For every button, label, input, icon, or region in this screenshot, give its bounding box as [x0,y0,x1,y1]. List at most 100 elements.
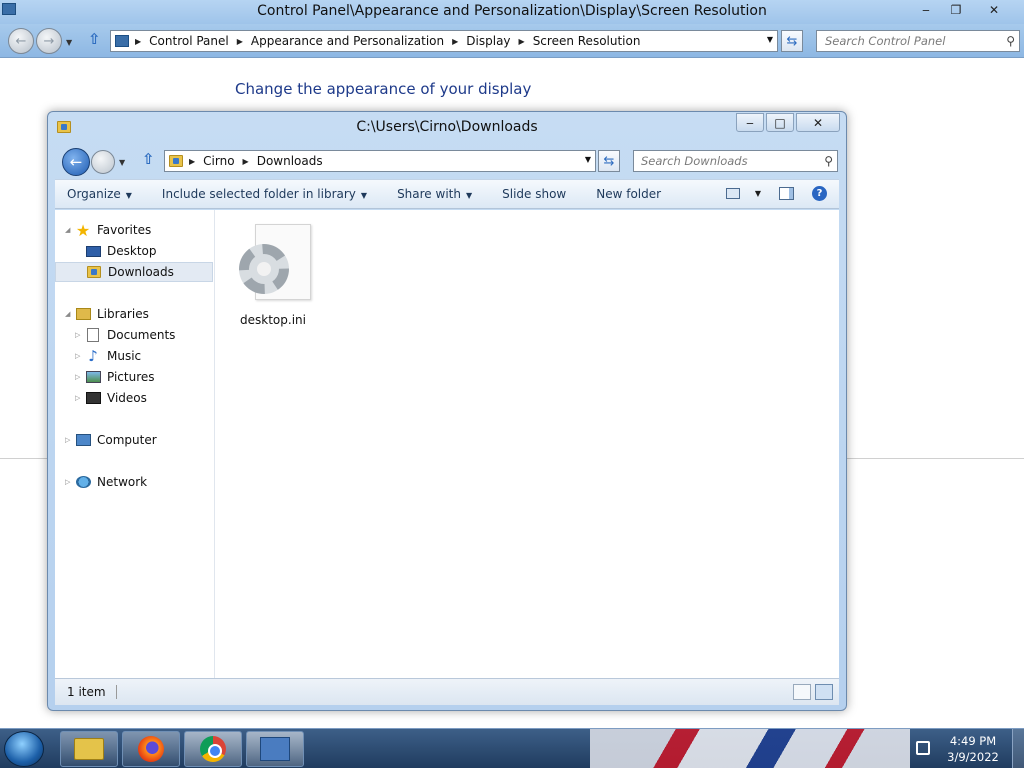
taskbar-chrome[interactable] [184,731,242,767]
search-placeholder: Search Control Panel [825,34,946,48]
share-with-label: Share with [397,187,461,201]
restore-button[interactable]: ❐ [942,0,970,19]
nav-videos[interactable]: ▷ Videos [55,388,213,408]
nav-desktop[interactable]: Desktop [55,241,213,261]
large-icons-view-icon[interactable] [815,684,833,700]
nav-documents[interactable]: ▷ Documents [55,325,213,345]
close-button[interactable]: ✕ [796,113,840,132]
minimize-button[interactable]: ‒ [736,113,764,132]
taskbar-control-panel[interactable] [246,731,304,767]
address-dropdown-icon[interactable]: ▼ [767,35,773,44]
nav-computer[interactable]: ▷ Computer [55,430,213,450]
search-icon[interactable]: ⚲ [824,154,833,168]
collapse-arrow-icon[interactable]: ◢ [65,310,70,318]
taskbar-file-explorer[interactable] [60,731,118,767]
explorer-window: C:\Users\Cirno\Downloads ‒ □ ✕ ← ▼ ⇧ ▶ C… [47,111,847,711]
preview-pane-icon[interactable] [779,187,794,200]
nav-pictures[interactable]: ▷ Pictures [55,367,213,387]
breadcrumb-screen-resolution[interactable]: Screen Resolution [533,34,641,48]
back-button[interactable]: ← [8,28,34,54]
control-panel-address-bar[interactable]: ▶ Control Panel ▶ Appearance and Persona… [110,30,778,52]
refresh-icon: ⇆ [603,153,615,169]
share-with-button[interactable]: Share with ▼ [397,187,472,201]
dropdown-caret-icon: ▼ [754,189,761,198]
page-title: Change the appearance of your display [235,80,532,98]
file-explorer-icon [74,738,104,760]
breadcrumb-separator-icon[interactable]: ▶ [189,157,195,166]
forward-arrow-icon: → [43,33,55,49]
breadcrumb-separator-icon[interactable]: ▶ [135,37,141,46]
address-dropdown-icon[interactable]: ▼ [585,155,591,164]
breadcrumb-control-panel[interactable]: Control Panel [149,34,229,48]
control-panel-search-input[interactable]: Search Control Panel ⚲ [816,30,1020,52]
details-view-icon[interactable] [793,684,811,700]
control-panel-titlebar[interactable]: Control Panel\Appearance and Personaliza… [0,0,1024,24]
expand-arrow-icon[interactable]: ▷ [75,331,80,339]
maximize-button[interactable]: □ [766,113,794,132]
file-item[interactable]: desktop.ini [233,222,313,327]
expand-arrow-icon[interactable]: ▷ [65,478,70,486]
nav-network[interactable]: ▷ Network [55,472,213,492]
file-name: desktop.ini [240,313,306,327]
change-view-button[interactable]: ▼ [725,188,761,199]
control-panel-icon [260,737,290,761]
pictures-icon [85,371,101,383]
control-panel-window-title: Control Panel\Appearance and Personaliza… [257,3,767,19]
organize-label: Organize [67,187,121,201]
search-icon[interactable]: ⚲ [1006,34,1015,48]
organize-button[interactable]: Organize ▼ [67,187,132,201]
nav-music[interactable]: ▷ ♪ Music [55,346,213,366]
refresh-button[interactable]: ⇆ [598,150,620,172]
gear-icon [239,244,289,294]
new-folder-button[interactable]: New folder [596,187,661,201]
start-button[interactable] [4,731,44,767]
breadcrumb-separator-icon[interactable]: ▶ [243,157,249,166]
item-count: 1 item [67,685,106,699]
breadcrumb-cirno[interactable]: Cirno [203,154,234,168]
nav-libraries[interactable]: ◢ Libraries [55,304,213,324]
breadcrumb-appearance[interactable]: Appearance and Personalization [251,34,444,48]
recent-pages-dropdown[interactable]: ▼ [66,38,72,47]
slide-show-button[interactable]: Slide show [502,187,566,201]
collapse-arrow-icon[interactable]: ◢ [65,226,70,234]
explorer-search-input[interactable]: Search Downloads ⚲ [633,150,838,172]
close-button[interactable]: ✕ [972,0,1016,19]
expand-arrow-icon[interactable]: ▷ [65,436,70,444]
dropdown-caret-icon: ▼ [360,191,368,200]
help-icon[interactable]: ? [812,186,827,201]
desktop-icon [85,245,101,257]
explorer-address-bar[interactable]: ▶ Cirno ▶ Downloads ▼ [164,150,596,172]
minimize-button[interactable]: ‒ [912,0,940,19]
recent-pages-dropdown[interactable]: ▼ [119,158,125,167]
system-clock[interactable]: 4:49 PM 3/9/2022 [940,733,1006,765]
status-bar: 1 item [55,678,839,705]
navigation-pane[interactable]: ◢ ★ Favorites Desktop Downloads ◢ Librar… [55,210,215,678]
forward-button[interactable] [91,150,115,174]
nav-label: Documents [107,328,176,342]
taskbar-firefox[interactable] [122,731,180,767]
breadcrumb-separator-icon[interactable]: ▶ [237,37,243,46]
breadcrumb-separator-icon[interactable]: ▶ [519,37,525,46]
music-note-icon: ♪ [88,347,98,365]
breadcrumb-separator-icon[interactable]: ▶ [452,37,458,46]
up-level-button[interactable]: ⇧ [88,30,101,48]
back-button[interactable]: ← [62,148,90,176]
breadcrumb-downloads[interactable]: Downloads [257,154,323,168]
refresh-button[interactable]: ⇆ [781,30,803,52]
forward-button[interactable]: → [36,28,62,54]
nav-favorites[interactable]: ◢ ★ Favorites [55,220,213,240]
nav-downloads[interactable]: Downloads [55,262,213,282]
show-desktop-button[interactable] [1012,729,1024,768]
expand-arrow-icon[interactable]: ▷ [75,373,80,381]
up-level-button[interactable]: ⇧ [142,150,155,168]
breadcrumb-display[interactable]: Display [466,34,510,48]
dropdown-caret-icon: ▼ [465,191,473,200]
network-tray-icon[interactable] [916,741,930,755]
search-placeholder: Search Downloads [641,154,748,168]
expand-arrow-icon[interactable]: ▷ [75,352,80,360]
nav-label: Downloads [108,265,174,279]
status-separator [115,685,117,699]
include-in-library-button[interactable]: Include selected folder in library ▼ [162,187,367,201]
expand-arrow-icon[interactable]: ▷ [75,394,80,402]
back-arrow-icon: ← [69,153,83,171]
